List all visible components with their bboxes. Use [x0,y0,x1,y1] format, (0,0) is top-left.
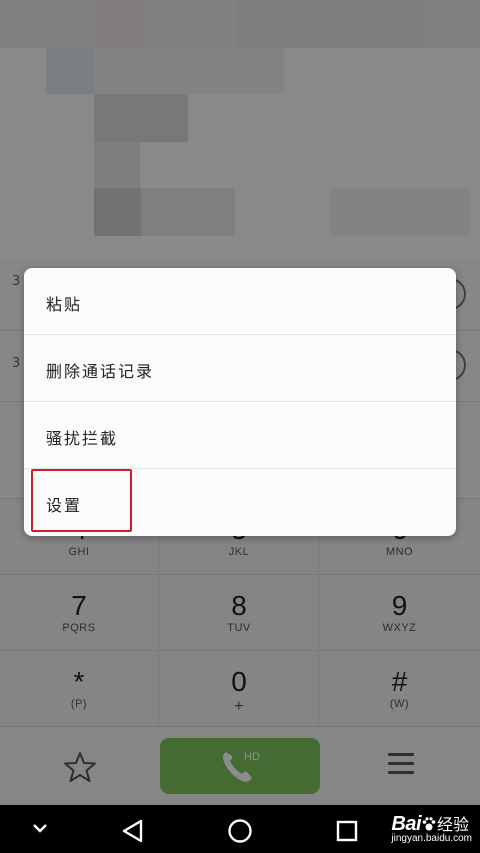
highlight-annotation-box [31,469,132,532]
watermark-url: jingyan.baidu.com [391,833,472,844]
system-navigation-bar: Bai 经验 jingyan.baidu.com [0,805,480,853]
home-icon[interactable] [226,817,254,845]
watermark-brand: Bai [391,813,422,835]
watermark-brand-cn: 经验 [437,817,470,834]
menu-item-label: 删除通话记录 [46,362,155,381]
menu-item-harassment-block[interactable]: 骚扰拦截 [24,402,456,469]
chevron-down-icon[interactable] [32,822,48,834]
back-icon[interactable] [120,818,146,844]
menu-item-label: 骚扰拦截 [46,429,119,448]
menu-item-label: 粘贴 [46,295,83,314]
baidu-jingyan-watermark: Bai 经验 jingyan.baidu.com [391,811,472,844]
paw-icon [422,817,436,831]
menu-item-paste[interactable]: 粘贴 [24,268,456,335]
menu-item-delete-call-log[interactable]: 删除通话记录 [24,335,456,402]
recent-apps-icon[interactable] [335,819,359,843]
